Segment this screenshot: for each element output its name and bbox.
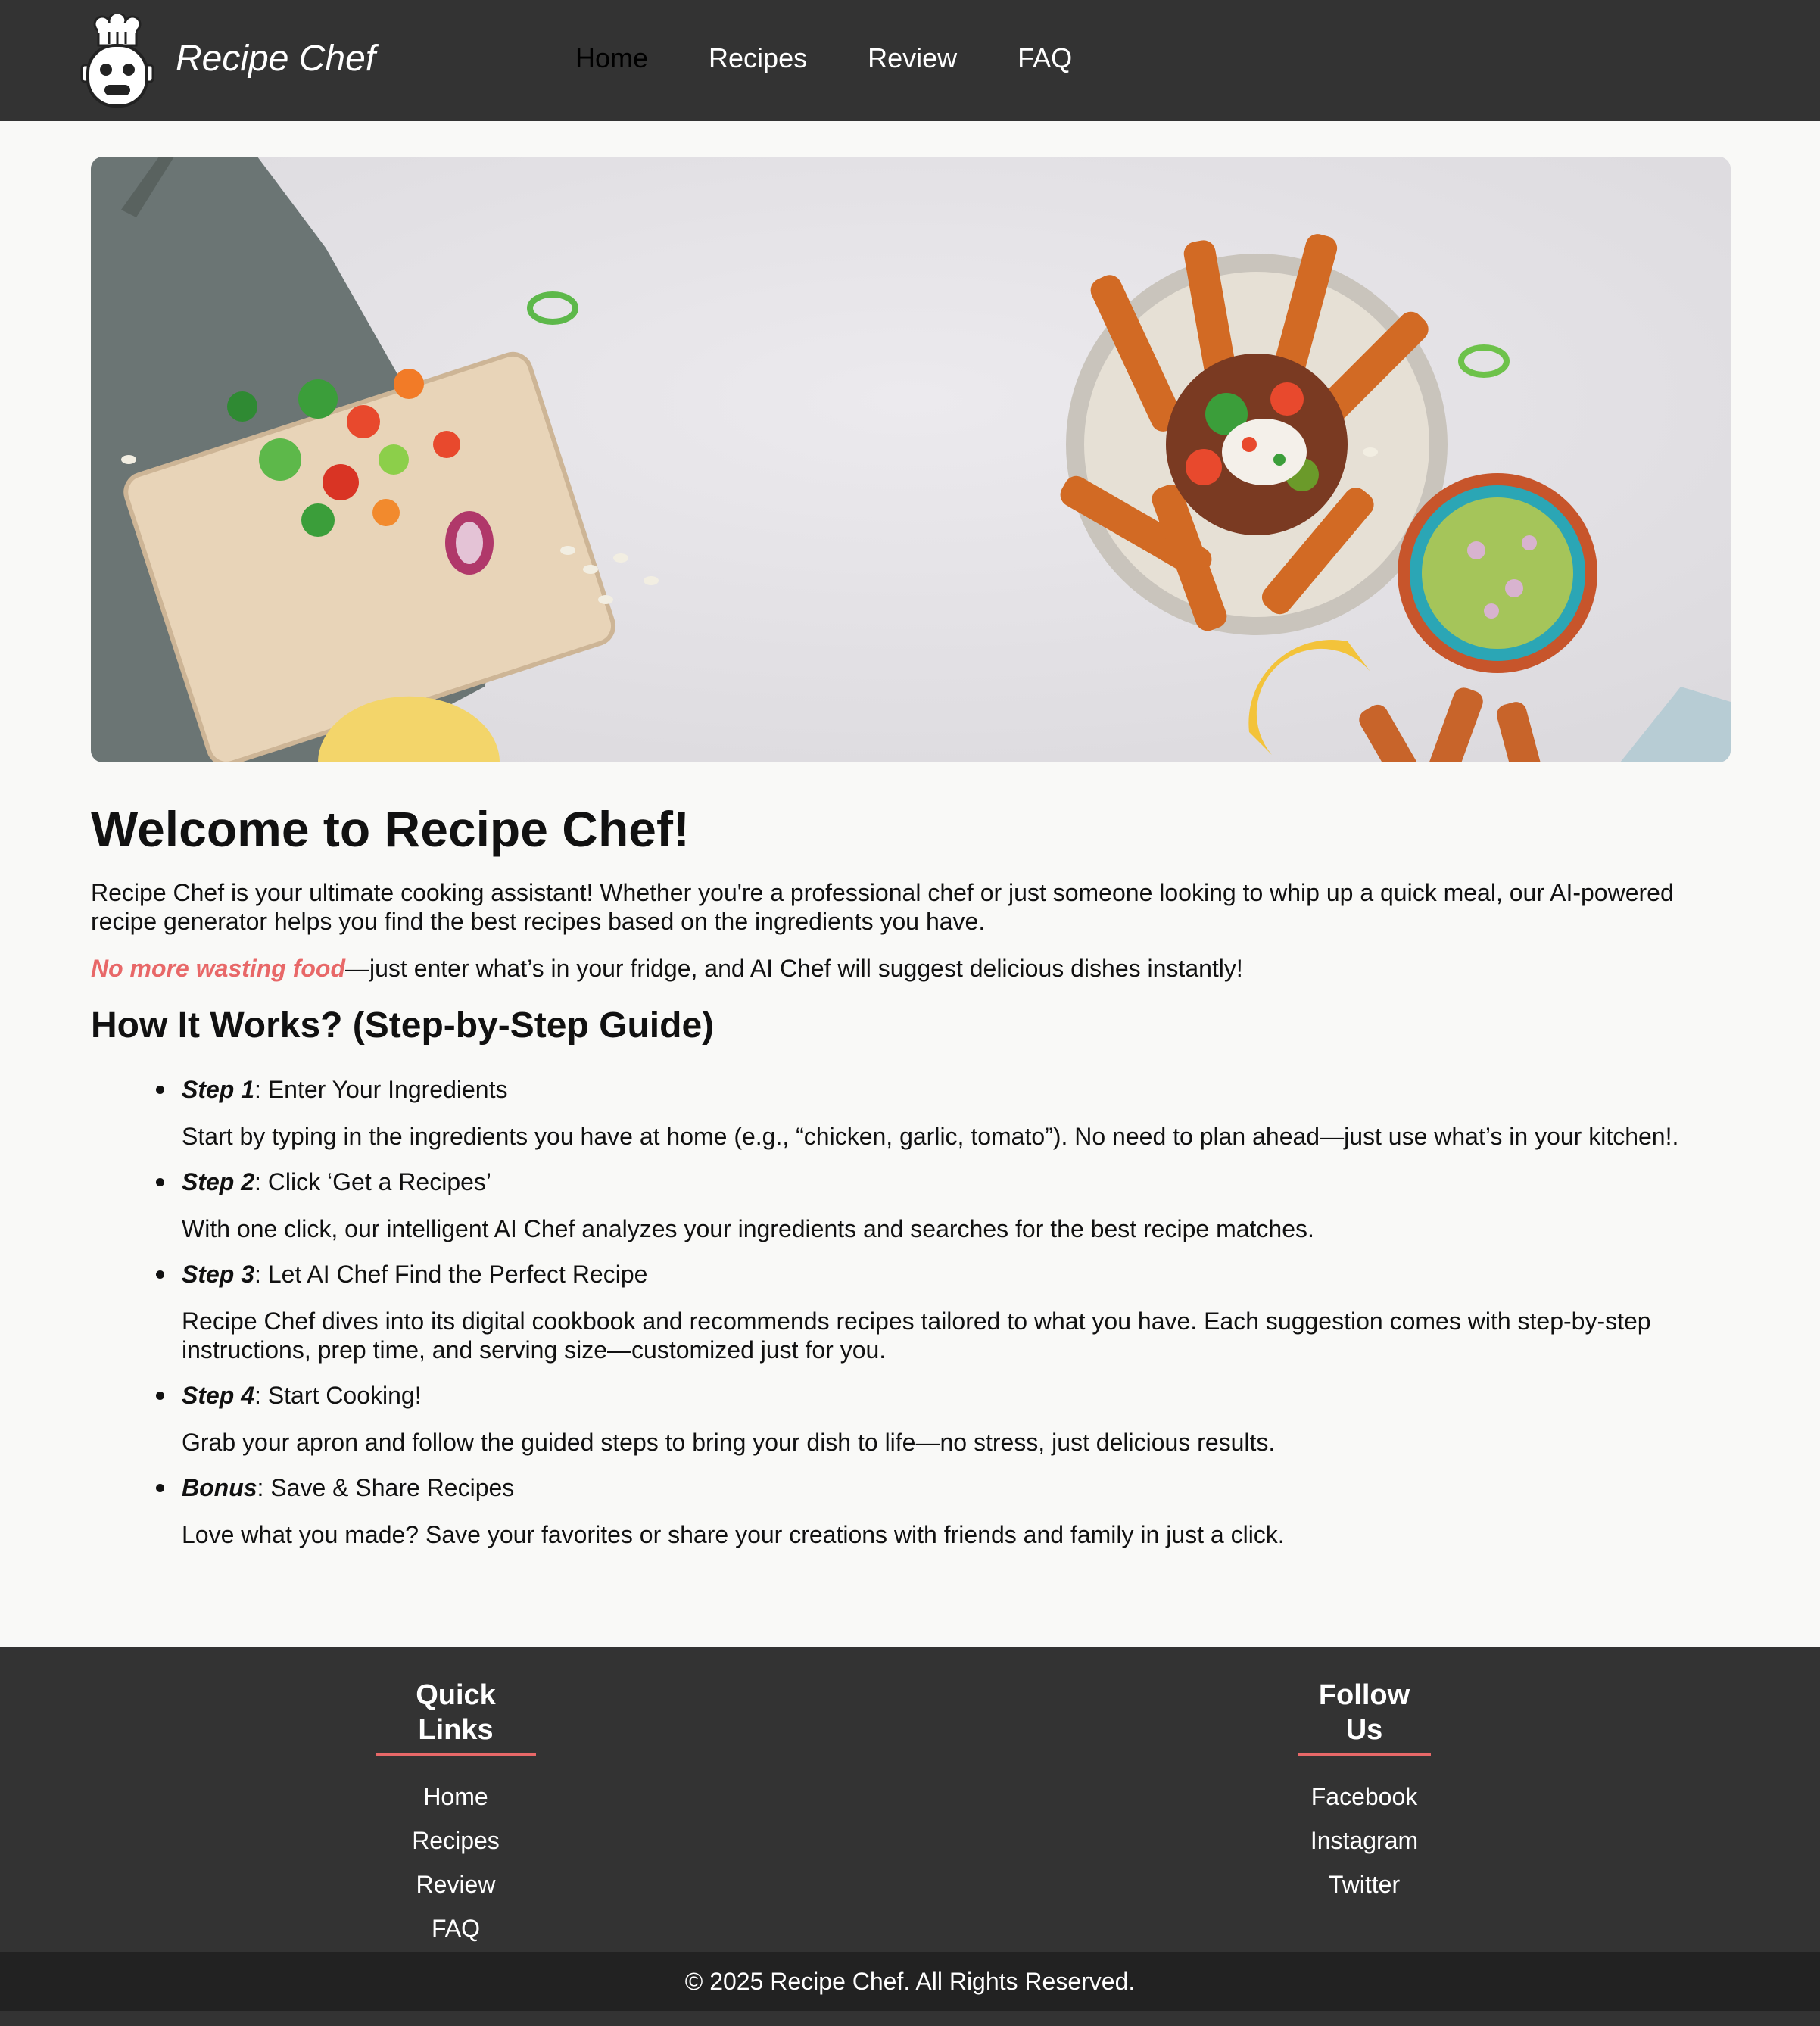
footer-link-review[interactable]: Review xyxy=(416,1871,496,1898)
highlight-rest-text: —just enter what’s in your fridge, and A… xyxy=(345,955,1243,982)
copyright-bar: © 2025 Recipe Chef. All Rights Reserved. xyxy=(0,1952,1820,2011)
list-item: Step 2: Click ‘Get a Recipes’ With one c… xyxy=(91,1167,1731,1243)
main-content: Welcome to Recipe Chef! Recipe Chef is y… xyxy=(91,799,1731,1548)
list-item: Step 1: Enter Your Ingredients Start by … xyxy=(91,1075,1731,1151)
footer-link-home[interactable]: Home xyxy=(423,1783,488,1810)
step-title: Step 4: Start Cooking! xyxy=(182,1381,1731,1410)
brand-name[interactable]: Recipe Chef xyxy=(176,38,376,79)
footer-link-recipes[interactable]: Recipes xyxy=(412,1827,500,1854)
step-label: Step 2 xyxy=(182,1168,255,1195)
bullet-icon xyxy=(156,1484,164,1492)
footer-link-facebook[interactable]: Facebook xyxy=(1311,1783,1418,1810)
bottom-strip xyxy=(0,2011,1820,2026)
list-item: Home xyxy=(376,1775,536,1819)
footer-link-twitter[interactable]: Twitter xyxy=(1329,1871,1400,1898)
bullet-icon xyxy=(156,1086,164,1094)
step-description: Grab your apron and follow the guided st… xyxy=(182,1429,1276,1456)
site-header: Recipe Chef Home Recipes Review FAQ xyxy=(0,0,1820,121)
step-title-text: : Start Cooking! xyxy=(254,1382,422,1409)
intro-paragraph: Recipe Chef is your ultimate cooking ass… xyxy=(91,879,1674,935)
list-item: Step 3: Let AI Chef Find the Perfect Rec… xyxy=(91,1260,1731,1364)
nav-home[interactable]: Home xyxy=(575,42,648,74)
step-description: Recipe Chef dives into its digital cookb… xyxy=(182,1308,1651,1364)
follow-us-section: Follow Us Facebook Instagram Twitter xyxy=(1298,1678,1431,1906)
highlight-text: No more wasting food xyxy=(91,955,345,982)
main-nav: Home Recipes Review FAQ xyxy=(575,42,1133,74)
chef-robot-icon[interactable] xyxy=(76,11,159,112)
step-description: With one click, our intelligent AI Chef … xyxy=(182,1215,1314,1242)
food-spread-photo xyxy=(91,157,1731,762)
step-title: Step 3: Let AI Chef Find the Perfect Rec… xyxy=(182,1260,1731,1289)
step-title-text: : Enter Your Ingredients xyxy=(254,1076,508,1103)
list-item: Step 4: Start Cooking! Grab your apron a… xyxy=(91,1381,1731,1457)
step-label: Step 3 xyxy=(182,1261,255,1288)
step-title-text: : Click ‘Get a Recipes’ xyxy=(254,1168,492,1195)
step-title-text: : Save & Share Recipes xyxy=(257,1474,515,1501)
list-item: Bonus: Save & Share Recipes Love what yo… xyxy=(91,1473,1731,1549)
bullet-icon xyxy=(156,1178,164,1186)
step-label: Step 1 xyxy=(182,1076,255,1103)
quick-links-list: Home Recipes Review FAQ xyxy=(376,1775,536,1950)
steps-list: Step 1: Enter Your Ingredients Start by … xyxy=(91,1075,1731,1566)
step-description: Love what you made? Save your favorites … xyxy=(182,1521,1285,1548)
step-title: Step 2: Click ‘Get a Recipes’ xyxy=(182,1167,1731,1196)
follow-us-heading: Follow Us xyxy=(1298,1678,1431,1756)
bullet-icon xyxy=(156,1270,164,1279)
list-item: Recipes xyxy=(376,1819,536,1862)
page-title: Welcome to Recipe Chef! xyxy=(91,801,690,857)
nav-recipes[interactable]: Recipes xyxy=(709,42,807,74)
step-label: Step 4 xyxy=(182,1382,255,1409)
step-label: Bonus xyxy=(182,1474,257,1501)
site-footer: Quick Links Home Recipes Review FAQ Foll… xyxy=(0,1647,1820,1952)
list-item: Facebook xyxy=(1298,1775,1431,1819)
list-item: Twitter xyxy=(1298,1862,1431,1906)
nav-faq[interactable]: FAQ xyxy=(1018,42,1072,74)
list-item: Review xyxy=(376,1862,536,1906)
footer-link-faq[interactable]: FAQ xyxy=(432,1915,480,1942)
nav-review[interactable]: Review xyxy=(868,42,957,74)
bullet-icon xyxy=(156,1392,164,1400)
quick-links-heading: Quick Links xyxy=(376,1678,536,1756)
step-title-text: : Let AI Chef Find the Perfect Recipe xyxy=(254,1261,648,1288)
how-it-works-heading: How It Works? (Step-by-Step Guide) xyxy=(91,1005,715,1046)
quick-links-section: Quick Links Home Recipes Review FAQ xyxy=(376,1678,536,1950)
footer-link-instagram[interactable]: Instagram xyxy=(1310,1827,1418,1854)
list-item: Instagram xyxy=(1298,1819,1431,1862)
follow-links-list: Facebook Instagram Twitter xyxy=(1298,1775,1431,1906)
step-title: Step 1: Enter Your Ingredients xyxy=(182,1075,1731,1104)
highlight-paragraph: No more wasting food—just enter what’s i… xyxy=(91,954,1731,983)
list-item: FAQ xyxy=(376,1906,536,1950)
hero-image xyxy=(91,157,1731,762)
step-description: Start by typing in the ingredients you h… xyxy=(182,1123,1679,1150)
step-title: Bonus: Save & Share Recipes xyxy=(182,1473,1731,1502)
